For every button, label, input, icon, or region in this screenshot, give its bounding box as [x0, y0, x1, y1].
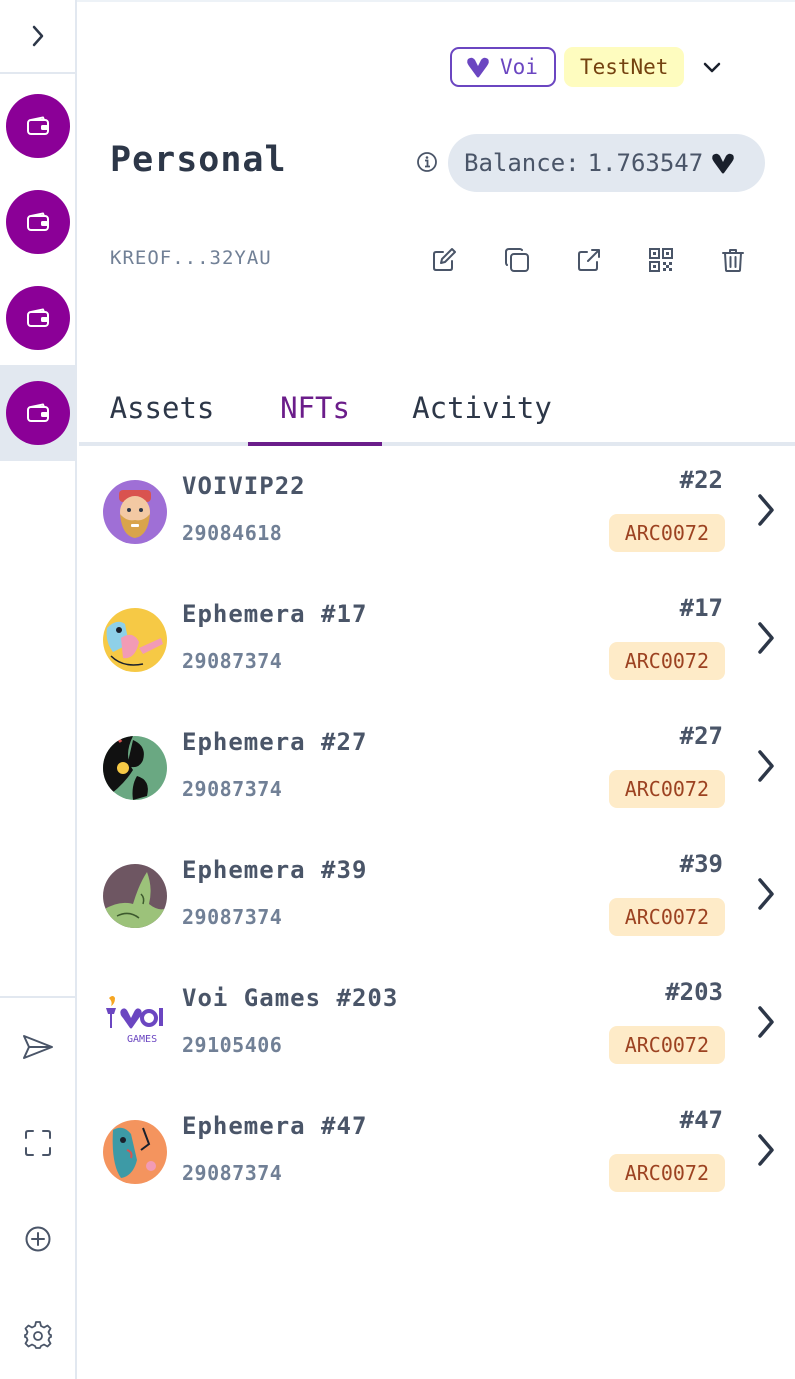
nft-thumbnail: GAMES	[103, 992, 167, 1056]
network-selector: Voi TestNet	[450, 47, 726, 87]
open-explorer-button[interactable]	[569, 240, 609, 280]
info-icon[interactable]	[416, 151, 438, 173]
wallet-icon	[26, 308, 49, 327]
nft-standard-badge: ARC0072	[608, 898, 725, 936]
tab-activity[interactable]: Activity	[389, 370, 575, 446]
account-name: Personal	[110, 140, 287, 180]
nft-name: Voi Games #203	[182, 984, 399, 1012]
account-avatar	[5, 286, 70, 350]
tab-nfts[interactable]: NFTs	[248, 370, 382, 446]
tab-assets[interactable]: Assets	[79, 370, 245, 446]
nft-list-item[interactable]: Ephemera #17 29087374 #17 ARC0072	[79, 574, 795, 702]
nft-token-number: #27	[679, 722, 723, 750]
nft-app-id: 29084618	[182, 521, 283, 545]
sidebar-account-2[interactable]	[0, 174, 75, 270]
nft-thumbnail	[103, 864, 167, 928]
nft-list-item[interactable]: Ephemera #47 29087374 #47 ARC0072	[79, 1086, 795, 1214]
sidebar-bottom-divider	[0, 996, 75, 998]
scan-icon	[24, 1130, 51, 1156]
nft-token-number: #22	[679, 466, 723, 494]
nft-name: Ephemera #27	[182, 728, 368, 756]
copy-icon	[505, 248, 529, 272]
chevron-right-icon	[32, 25, 43, 47]
send-icon	[22, 1035, 53, 1059]
account-tabs: Assets NFTs Activity	[79, 370, 795, 446]
voi-logo-icon	[467, 57, 489, 78]
chevron-right-icon	[755, 1132, 777, 1168]
account-avatar	[5, 190, 70, 254]
nft-name: Ephemera #17	[182, 600, 368, 628]
nft-name: Ephemera #39	[182, 856, 368, 884]
wallet-icon	[26, 212, 49, 231]
sidebar	[0, 0, 77, 1379]
chevron-down-icon	[704, 62, 721, 73]
account-avatar	[5, 381, 70, 445]
nft-token-number: #17	[679, 594, 723, 622]
svg-text:GAMES: GAMES	[127, 1034, 157, 1045]
chevron-right-icon	[755, 876, 777, 912]
chevron-right-icon	[755, 748, 777, 784]
chevron-right-icon	[755, 492, 777, 528]
sidebar-toggle-button[interactable]	[0, 0, 75, 74]
nft-app-id: 29087374	[182, 777, 283, 801]
balance-value: 1.763547	[587, 149, 704, 177]
add-circle-icon	[25, 1226, 50, 1252]
nft-thumbnail	[103, 608, 167, 672]
trash-icon	[722, 249, 744, 272]
add-account-button[interactable]	[0, 1209, 75, 1269]
nft-thumbnail	[103, 1120, 167, 1184]
scan-button[interactable]	[0, 1113, 75, 1173]
sidebar-account-1[interactable]	[0, 78, 75, 174]
balance-display: Balance: 1.763547	[448, 134, 765, 192]
edit-account-button[interactable]	[424, 240, 464, 280]
external-link-icon	[578, 249, 600, 271]
nft-standard-badge: ARC0072	[608, 514, 725, 552]
sidebar-account-3[interactable]	[0, 270, 75, 366]
nft-list-item[interactable]: VOIVIP22 29084618 #22 ARC0072	[79, 446, 795, 574]
nft-name: VOIVIP22	[182, 472, 306, 500]
network-dropdown-button[interactable]	[698, 53, 726, 81]
nft-standard-badge: ARC0072	[608, 770, 725, 808]
nft-name: Ephemera #47	[182, 1112, 368, 1140]
nft-token-number: #47	[679, 1106, 723, 1134]
nft-thumbnail	[103, 736, 167, 800]
qr-code-button[interactable]	[641, 240, 681, 280]
nft-app-id: 29087374	[182, 905, 283, 929]
nft-list-item[interactable]: Ephemera #39 29087374 #39 ARC0072	[79, 830, 795, 958]
nft-app-id: 29087374	[182, 649, 283, 673]
nft-standard-badge: ARC0072	[608, 1154, 725, 1192]
nft-standard-badge: ARC0072	[608, 642, 725, 680]
nft-thumbnail	[103, 480, 167, 544]
copy-address-button[interactable]	[497, 240, 537, 280]
edit-icon	[433, 248, 456, 271]
wallet-icon	[26, 403, 49, 422]
header-top-border	[77, 0, 795, 2]
qr-code-icon	[649, 248, 673, 272]
network-pill[interactable]: Voi	[450, 47, 556, 87]
nft-app-id: 29087374	[182, 1161, 283, 1185]
environment-badge: TestNet	[563, 47, 685, 87]
wallet-icon	[26, 116, 49, 135]
send-button[interactable]	[0, 1017, 75, 1077]
sidebar-account-4-active[interactable]	[0, 365, 75, 461]
nft-list-item[interactable]: GAMES Voi Games #203 29105406 #203 ARC00…	[79, 958, 795, 1086]
voi-logo-icon	[712, 153, 734, 174]
account-avatar	[5, 94, 70, 158]
settings-button[interactable]	[0, 1305, 75, 1365]
nft-token-number: #203	[665, 978, 723, 1006]
nft-list-item[interactable]: Ephemera #27 29087374 #27 ARC0072	[79, 702, 795, 830]
chevron-right-icon	[755, 1004, 777, 1040]
nft-token-number: #39	[679, 850, 723, 878]
nft-standard-badge: ARC0072	[608, 1026, 725, 1064]
network-name: Voi	[500, 55, 538, 79]
chevron-right-icon	[755, 620, 777, 656]
nft-app-id: 29105406	[182, 1033, 283, 1057]
settings-gear-icon	[23, 1321, 52, 1349]
balance-label: Balance:	[464, 149, 580, 177]
remove-account-button[interactable]	[713, 240, 753, 280]
account-address: KREOF...32YAU	[110, 247, 272, 269]
